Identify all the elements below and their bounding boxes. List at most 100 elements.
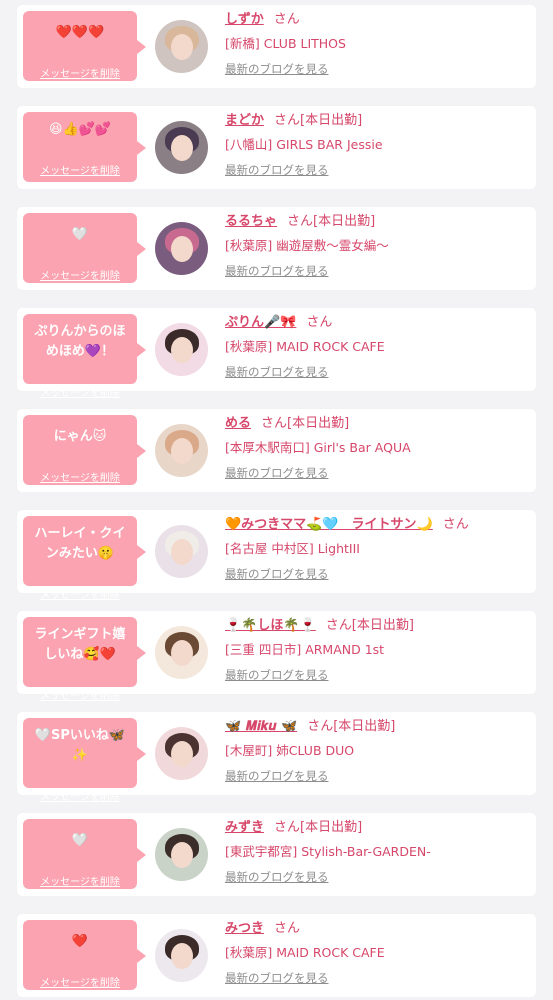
message-bubble: 🤍 メッセージを削除 bbox=[23, 819, 146, 889]
name-line: るるちゃ さん[本日出勤] bbox=[225, 213, 530, 231]
honorific-label: さん bbox=[325, 618, 352, 633]
cast-name-link[interactable]: みつき bbox=[225, 921, 264, 936]
honorific-label: さん bbox=[274, 921, 301, 936]
honorific-label: さん bbox=[274, 113, 301, 128]
message-card: ❤️❤️❤️ メッセージを削除 しずか さん [新橋] CLUB LITHOS 最新のブロ… bbox=[17, 5, 536, 88]
shop-label: [秋葉原] 幽遊屋敷～霊女編～ bbox=[225, 238, 389, 253]
name-line: みずき さん[本日出勤] bbox=[225, 819, 530, 837]
name-line: みつき さん bbox=[225, 920, 530, 938]
working-today-label: [本日出勤] bbox=[287, 416, 350, 431]
avatar[interactable] bbox=[155, 828, 208, 881]
message-text: 🤍 bbox=[71, 227, 89, 242]
latest-blog-link[interactable]: 最新のブログを見る bbox=[225, 869, 329, 885]
cast-name-link[interactable]: るるちゃ bbox=[225, 214, 277, 229]
cast-info: まどか さん[本日出勤] [八幡山] GIRLS BAR Jessie 最新のブログを… bbox=[225, 112, 530, 178]
message-card: ラインギフト嬉しいね🥰❤️ メッセージを削除 🍷🌴しほ🌴🍷 さん[本日出勤] [三重 四… bbox=[17, 611, 536, 702]
shop-label: [木屋町] 姉CLUB DUO bbox=[225, 743, 355, 758]
cast-name-link[interactable]: しずか bbox=[225, 12, 264, 27]
message-text: 🤍SPいいね🦋✨ bbox=[34, 728, 126, 763]
avatar[interactable] bbox=[155, 424, 208, 477]
message-card: 🤍SPいいね🦋✨ メッセージを削除 🦋 𝑴𝒊𝒌𝒖 🦋 さん[本日出勤] [木屋町] 姉C… bbox=[17, 712, 536, 803]
working-today-label: [本日出勤] bbox=[313, 214, 376, 229]
shop-label: [名古屋 中村区] LightIII bbox=[225, 541, 360, 556]
latest-blog-link[interactable]: 最新のブログを見る bbox=[225, 970, 329, 986]
working-today-label: [本日出勤] bbox=[300, 820, 363, 835]
delete-message-link[interactable]: メッセージを削除 bbox=[40, 162, 120, 177]
latest-blog-link[interactable]: 最新のブログを見る bbox=[225, 61, 329, 77]
message-text: にゃん🐱 bbox=[53, 429, 107, 444]
honorific-label: さん bbox=[274, 820, 301, 835]
avatar-face bbox=[171, 34, 193, 60]
shop-label: [本厚木駅南口] Girl's Bar AQUA bbox=[225, 440, 411, 455]
message-text: ハーレイ・クインみたい🤫 bbox=[34, 526, 126, 561]
delete-message-link[interactable]: メッセージを削除 bbox=[40, 873, 120, 888]
avatar[interactable] bbox=[155, 222, 208, 275]
delete-message-link[interactable]: メッセージを削除 bbox=[40, 65, 120, 80]
cast-info: 🍷🌴しほ🌴🍷 さん[本日出勤] [三重 四日市] ARMAND 1st 最新のブログを… bbox=[225, 617, 530, 683]
delete-message-link[interactable]: メッセージを削除 bbox=[40, 586, 120, 601]
message-card: 🤍 メッセージを削除 るるちゃ さん[本日出勤] [秋葉原] 幽遊屋敷～霊女編～ 最新のブ… bbox=[17, 207, 536, 290]
cast-name-link[interactable]: める bbox=[225, 416, 251, 431]
delete-message-link[interactable]: メッセージを削除 bbox=[40, 687, 120, 702]
delete-message-link[interactable]: メッセージを削除 bbox=[40, 384, 120, 399]
avatar-face bbox=[171, 640, 193, 666]
shop-label: [秋葉原] MAID ROCK CAFE bbox=[225, 945, 385, 960]
cast-name-link[interactable]: 🍷🌴しほ🌴🍷 bbox=[225, 618, 316, 633]
message-bubble: ラインギフト嬉しいね🥰❤️ メッセージを削除 bbox=[23, 617, 146, 702]
latest-blog-link[interactable]: 最新のブログを見る bbox=[225, 162, 329, 178]
message-bubble: 🤍SPいいね🦋✨ メッセージを削除 bbox=[23, 718, 146, 803]
working-today-label: [本日出勤] bbox=[351, 618, 414, 633]
message-card: 😆👍💕💕 メッセージを削除 まどか さん[本日出勤] [八幡山] GIRLS BAR J… bbox=[17, 106, 536, 189]
avatar[interactable] bbox=[155, 323, 208, 376]
avatar-face bbox=[171, 438, 193, 464]
name-line: しずか さん bbox=[225, 11, 530, 29]
avatar[interactable] bbox=[155, 20, 208, 73]
message-bubble: 😆👍💕💕 メッセージを削除 bbox=[23, 112, 146, 182]
cast-info: 🧡みつきママ⛳️🩵 ライトサン🌙 さん [名古屋 中村区] LightIII 最新のブ… bbox=[225, 516, 530, 582]
honorific-label: さん bbox=[261, 416, 288, 431]
latest-blog-link[interactable]: 最新のブログを見る bbox=[225, 566, 329, 582]
avatar[interactable] bbox=[155, 525, 208, 578]
message-text: ❤️❤️❤️ bbox=[55, 25, 105, 40]
cast-info: ぷりん🎤🎀 さん [秋葉原] MAID ROCK CAFE 最新のブログを見る bbox=[225, 314, 530, 380]
cast-info: みつき さん [秋葉原] MAID ROCK CAFE 最新のブログを見る bbox=[225, 920, 530, 986]
message-bubble: にゃん🐱 メッセージを削除 bbox=[23, 415, 146, 485]
latest-blog-link[interactable]: 最新のブログを見る bbox=[225, 667, 329, 683]
message-card: ぷりんからのほめほめ💜！ メッセージを削除 ぷりん🎤🎀 さん [秋葉原] MAID RO… bbox=[17, 308, 536, 399]
avatar-face bbox=[171, 842, 193, 868]
cast-name-link[interactable]: 🦋 𝑴𝒊𝒌𝒖 🦋 bbox=[225, 719, 297, 734]
message-bubble: ぷりんからのほめほめ💜！ メッセージを削除 bbox=[23, 314, 146, 399]
shop-label: [三重 四日市] ARMAND 1st bbox=[225, 642, 385, 657]
working-today-label: [本日出勤] bbox=[300, 113, 363, 128]
avatar-face bbox=[171, 943, 193, 969]
name-line: める さん[本日出勤] bbox=[225, 415, 530, 433]
avatar-face bbox=[171, 236, 193, 262]
message-text: 🤍 bbox=[71, 833, 89, 848]
delete-message-link[interactable]: メッセージを削除 bbox=[40, 469, 120, 484]
latest-blog-link[interactable]: 最新のブログを見る bbox=[225, 263, 329, 279]
shop-label: [秋葉原] MAID ROCK CAFE bbox=[225, 339, 385, 354]
cast-info: しずか さん [新橋] CLUB LITHOS 最新のブログを見る bbox=[225, 11, 530, 77]
cast-name-link[interactable]: まどか bbox=[225, 113, 264, 128]
honorific-label: さん bbox=[442, 517, 469, 532]
name-line: 🦋 𝑴𝒊𝒌𝒖 🦋 さん[本日出勤] bbox=[225, 718, 530, 736]
avatar[interactable] bbox=[155, 626, 208, 679]
delete-message-link[interactable]: メッセージを削除 bbox=[40, 788, 120, 803]
latest-blog-link[interactable]: 最新のブログを見る bbox=[225, 465, 329, 481]
latest-blog-link[interactable]: 最新のブログを見る bbox=[225, 768, 329, 784]
honorific-label: さん bbox=[306, 315, 333, 330]
delete-message-link[interactable]: メッセージを削除 bbox=[40, 267, 120, 282]
delete-message-link[interactable]: メッセージを削除 bbox=[40, 974, 120, 989]
cast-name-link[interactable]: 🧡みつきママ⛳️🩵 ライトサン🌙 bbox=[225, 517, 433, 532]
message-text: ラインギフト嬉しいね🥰❤️ bbox=[34, 627, 126, 662]
latest-blog-link[interactable]: 最新のブログを見る bbox=[225, 364, 329, 380]
message-card: 🤍 メッセージを削除 みずき さん[本日出勤] [東武宇都宮] Stylish-Bar-… bbox=[17, 813, 536, 896]
avatar[interactable] bbox=[155, 121, 208, 174]
cast-info: みずき さん[本日出勤] [東武宇都宮] Stylish-Bar-GARDEN- 最新… bbox=[225, 819, 530, 885]
avatar[interactable] bbox=[155, 727, 208, 780]
avatar[interactable] bbox=[155, 929, 208, 982]
message-text: ぷりんからのほめほめ💜！ bbox=[34, 324, 126, 359]
message-bubble: 🤍 メッセージを削除 bbox=[23, 213, 146, 283]
cast-name-link[interactable]: ぷりん🎤🎀 bbox=[225, 315, 296, 330]
cast-name-link[interactable]: みずき bbox=[225, 820, 264, 835]
